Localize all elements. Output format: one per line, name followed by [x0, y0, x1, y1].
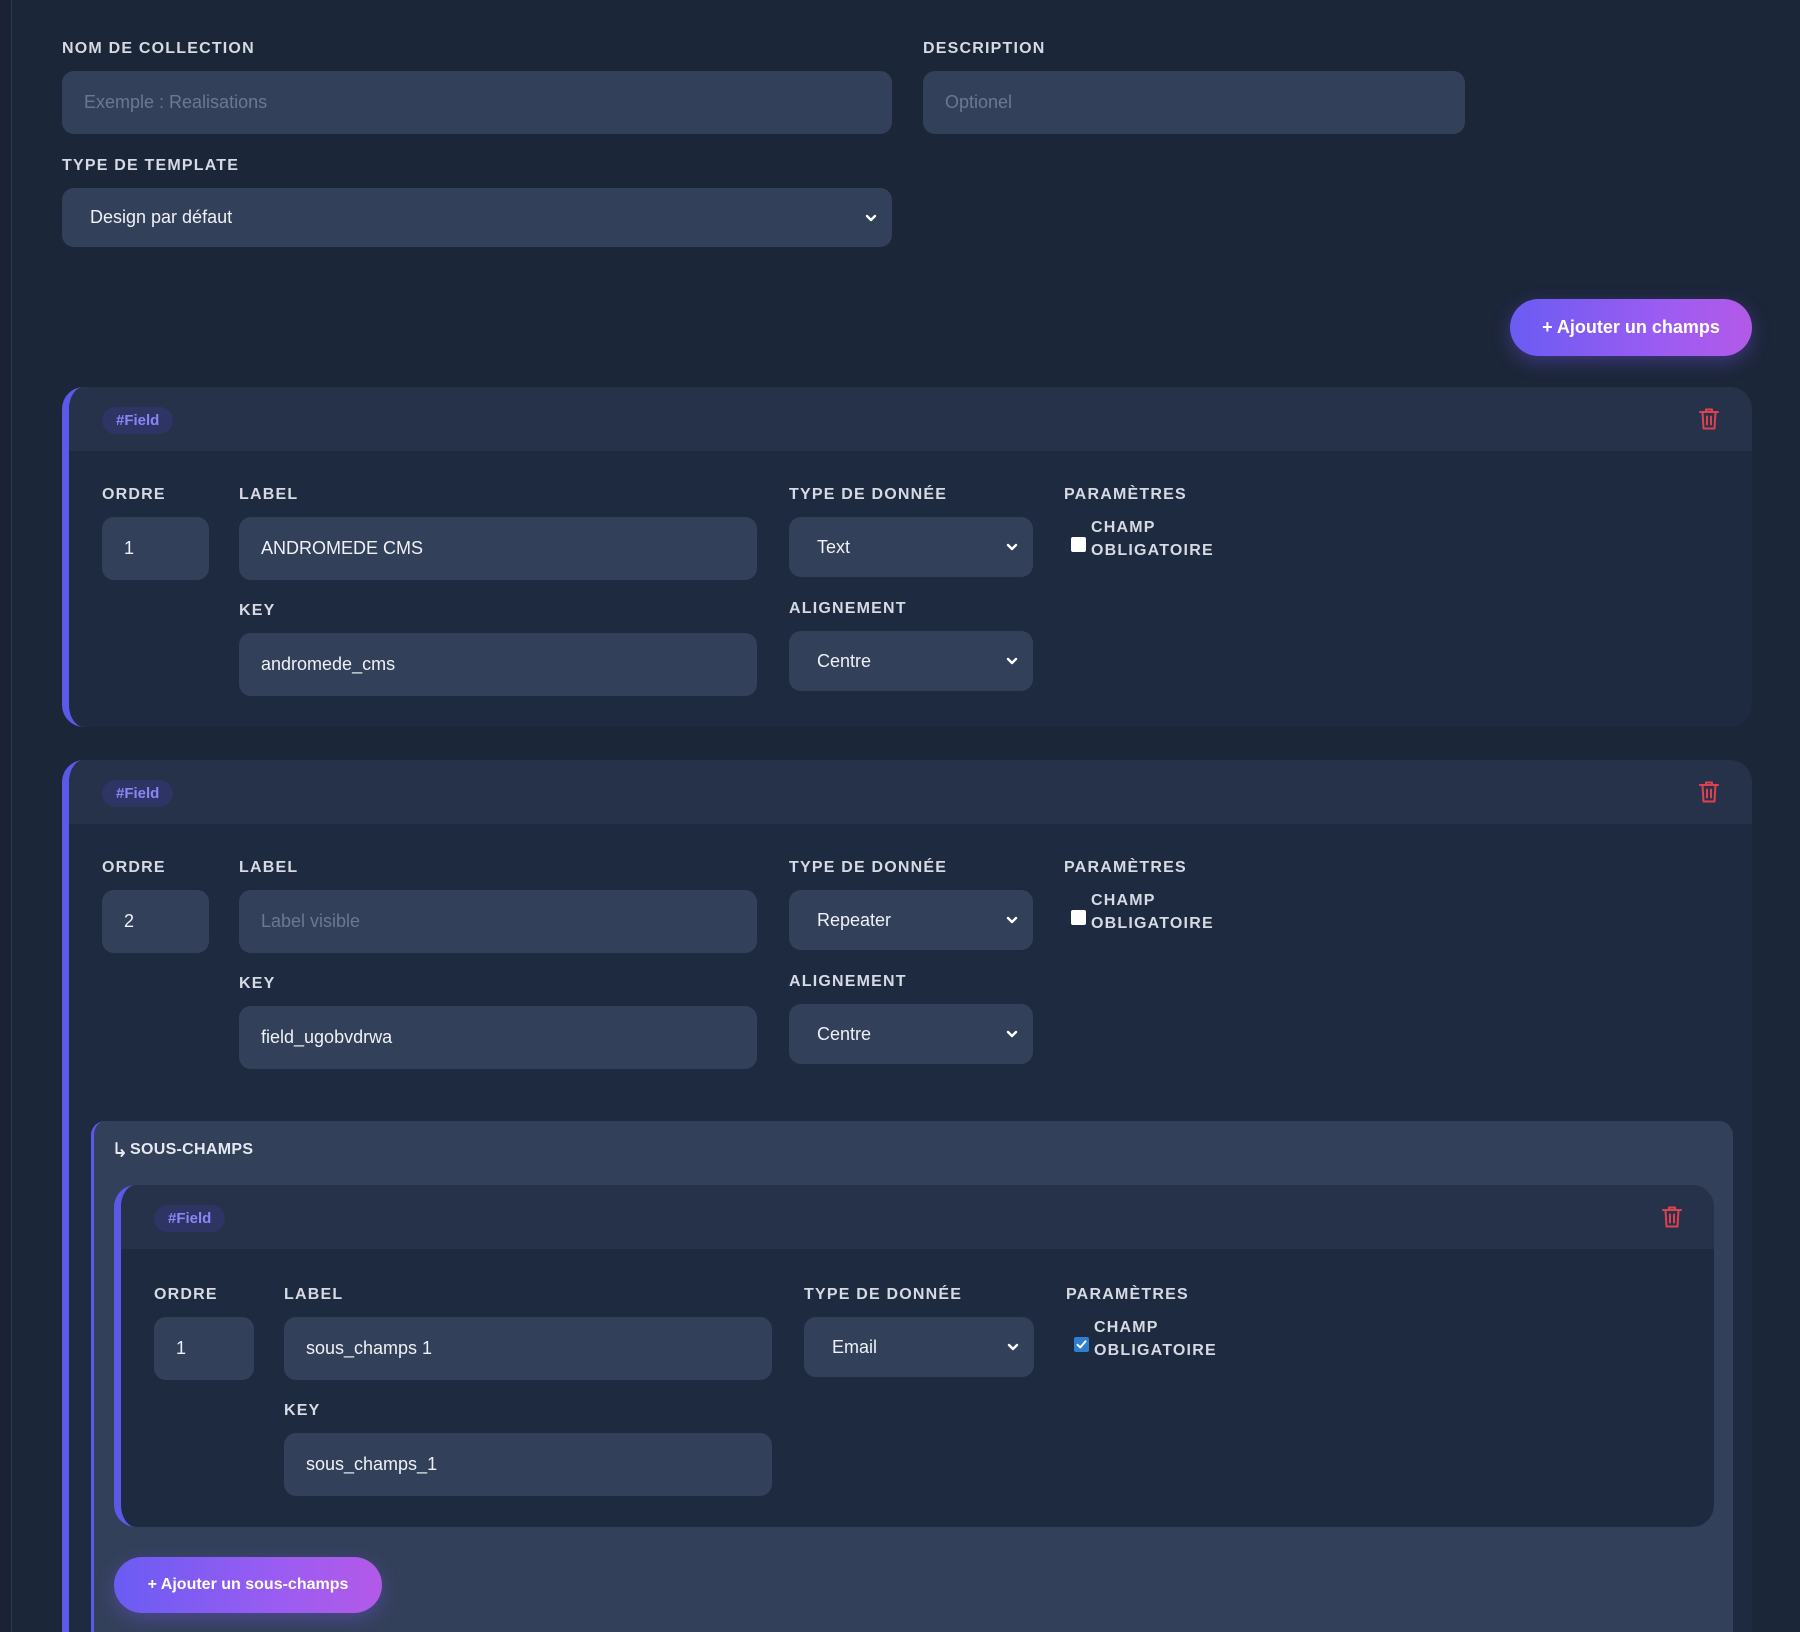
- required-label-line2: OBLIGATOIRE: [1091, 915, 1214, 932]
- data-type-label: TYPE DE DONNÉE: [789, 859, 948, 876]
- alignment-value: Centre: [817, 1023, 872, 1044]
- required-label: CHAMP OBLIGATOIRE: [1091, 516, 1214, 562]
- field-tag: #Field: [102, 780, 174, 807]
- alignment-value: Centre: [817, 650, 872, 671]
- alignment-select[interactable]: Centre: [789, 631, 1033, 691]
- chevron-down-icon: [1007, 1343, 1019, 1351]
- add-subfield-button[interactable]: + Ajouter un sous-champs: [114, 1557, 382, 1613]
- corner-down-right-icon: [115, 1142, 125, 1157]
- template-type-value: Design par défaut: [90, 207, 233, 227]
- required-label: CHAMP OBLIGATOIRE: [1094, 1316, 1217, 1362]
- order-label: ORDRE: [102, 486, 166, 503]
- data-type-label: TYPE DE DONNÉE: [789, 486, 948, 503]
- data-type-value: Repeater: [817, 909, 892, 930]
- chevron-down-icon: [1006, 657, 1018, 665]
- params-label: PARAMÈTRES: [1064, 486, 1187, 503]
- key-label: KEY: [239, 975, 276, 992]
- alignment-label: ALIGNEMENT: [789, 600, 907, 617]
- field-card-header: [69, 760, 1752, 824]
- order-label: ORDRE: [154, 1286, 218, 1303]
- required-checkbox[interactable]: [1074, 1337, 1089, 1352]
- description-label: DESCRIPTION: [923, 40, 1046, 57]
- checkmark-icon: [1076, 1340, 1087, 1349]
- label-label: LABEL: [239, 486, 299, 503]
- order-input[interactable]: 1: [102, 517, 209, 580]
- chevron-down-icon: [1006, 543, 1018, 551]
- subfield-card-header: [121, 1185, 1714, 1249]
- key-label: KEY: [284, 1402, 321, 1419]
- description-input[interactable]: Optionel: [923, 71, 1465, 134]
- label-input[interactable]: sous_champs 1: [284, 1317, 772, 1380]
- data-type-select[interactable]: Text: [789, 517, 1033, 577]
- params-label: PARAMÈTRES: [1066, 1286, 1189, 1303]
- required-checkbox[interactable]: [1071, 537, 1086, 552]
- required-label-line1: CHAMP: [1094, 1319, 1159, 1336]
- trash-icon[interactable]: [1698, 780, 1720, 804]
- params-label: PARAMÈTRES: [1064, 859, 1187, 876]
- label-input[interactable]: Label visible: [239, 890, 757, 953]
- subfield-card-1: #Field ORDRE 1 LABEL sous_champs 1 TYPE …: [114, 1185, 1714, 1527]
- label-label: LABEL: [239, 859, 299, 876]
- chevron-down-icon: [1006, 916, 1018, 924]
- template-type-select[interactable]: Design par défaut: [62, 188, 892, 247]
- field-card-1: #Field ORDRE 1 LABEL ANDROMEDE CMS TYPE …: [62, 387, 1752, 727]
- data-type-label: TYPE DE DONNÉE: [804, 1286, 963, 1303]
- field-tag: #Field: [102, 407, 174, 434]
- order-label: ORDRE: [102, 859, 166, 876]
- trash-icon[interactable]: [1698, 407, 1720, 431]
- data-type-select[interactable]: Email: [804, 1317, 1034, 1377]
- data-type-select[interactable]: Repeater: [789, 890, 1033, 950]
- label-input[interactable]: ANDROMEDE CMS: [239, 517, 757, 580]
- collection-name-input[interactable]: Exemple : Realisations: [62, 71, 892, 134]
- left-rail: [0, 0, 12, 1632]
- trash-icon[interactable]: [1661, 1205, 1683, 1229]
- chevron-down-icon: [1006, 1030, 1018, 1038]
- order-input[interactable]: 1: [154, 1317, 254, 1380]
- alignment-label: ALIGNEMENT: [789, 973, 907, 990]
- order-input[interactable]: 2: [102, 890, 209, 953]
- chevron-down-icon: [865, 214, 877, 221]
- alignment-select[interactable]: Centre: [789, 1004, 1033, 1064]
- field-card-header: [69, 387, 1752, 451]
- required-label-line1: CHAMP: [1091, 519, 1156, 536]
- key-input[interactable]: field_ugobvdrwa: [239, 1006, 757, 1069]
- subfields-title: SOUS-CHAMPS: [130, 1141, 254, 1158]
- subfields-header: SOUS-CHAMPS: [114, 1141, 253, 1159]
- key-input[interactable]: andromede_cms: [239, 633, 757, 696]
- required-label-line2: OBLIGATOIRE: [1091, 542, 1214, 559]
- required-label-line1: CHAMP: [1091, 892, 1156, 909]
- add-field-button[interactable]: + Ajouter un champs: [1510, 299, 1752, 356]
- collection-name-label: NOM DE COLLECTION: [62, 40, 255, 57]
- key-label: KEY: [239, 602, 276, 619]
- field-card-2: #Field ORDRE 2 LABEL Label visible TYPE …: [62, 760, 1752, 1632]
- data-type-value: Email: [832, 1336, 878, 1357]
- key-input[interactable]: sous_champs_1: [284, 1433, 772, 1496]
- required-checkbox[interactable]: [1071, 910, 1086, 925]
- template-type-label: TYPE DE TEMPLATE: [62, 157, 240, 174]
- label-label: LABEL: [284, 1286, 344, 1303]
- data-type-value: Text: [817, 536, 851, 557]
- required-label-line2: OBLIGATOIRE: [1094, 1342, 1217, 1359]
- subfields-panel: SOUS-CHAMPS #Field ORDRE 1 LABEL sous_ch…: [91, 1121, 1733, 1632]
- required-label: CHAMP OBLIGATOIRE: [1091, 889, 1214, 935]
- subfield-tag: #Field: [154, 1205, 226, 1232]
